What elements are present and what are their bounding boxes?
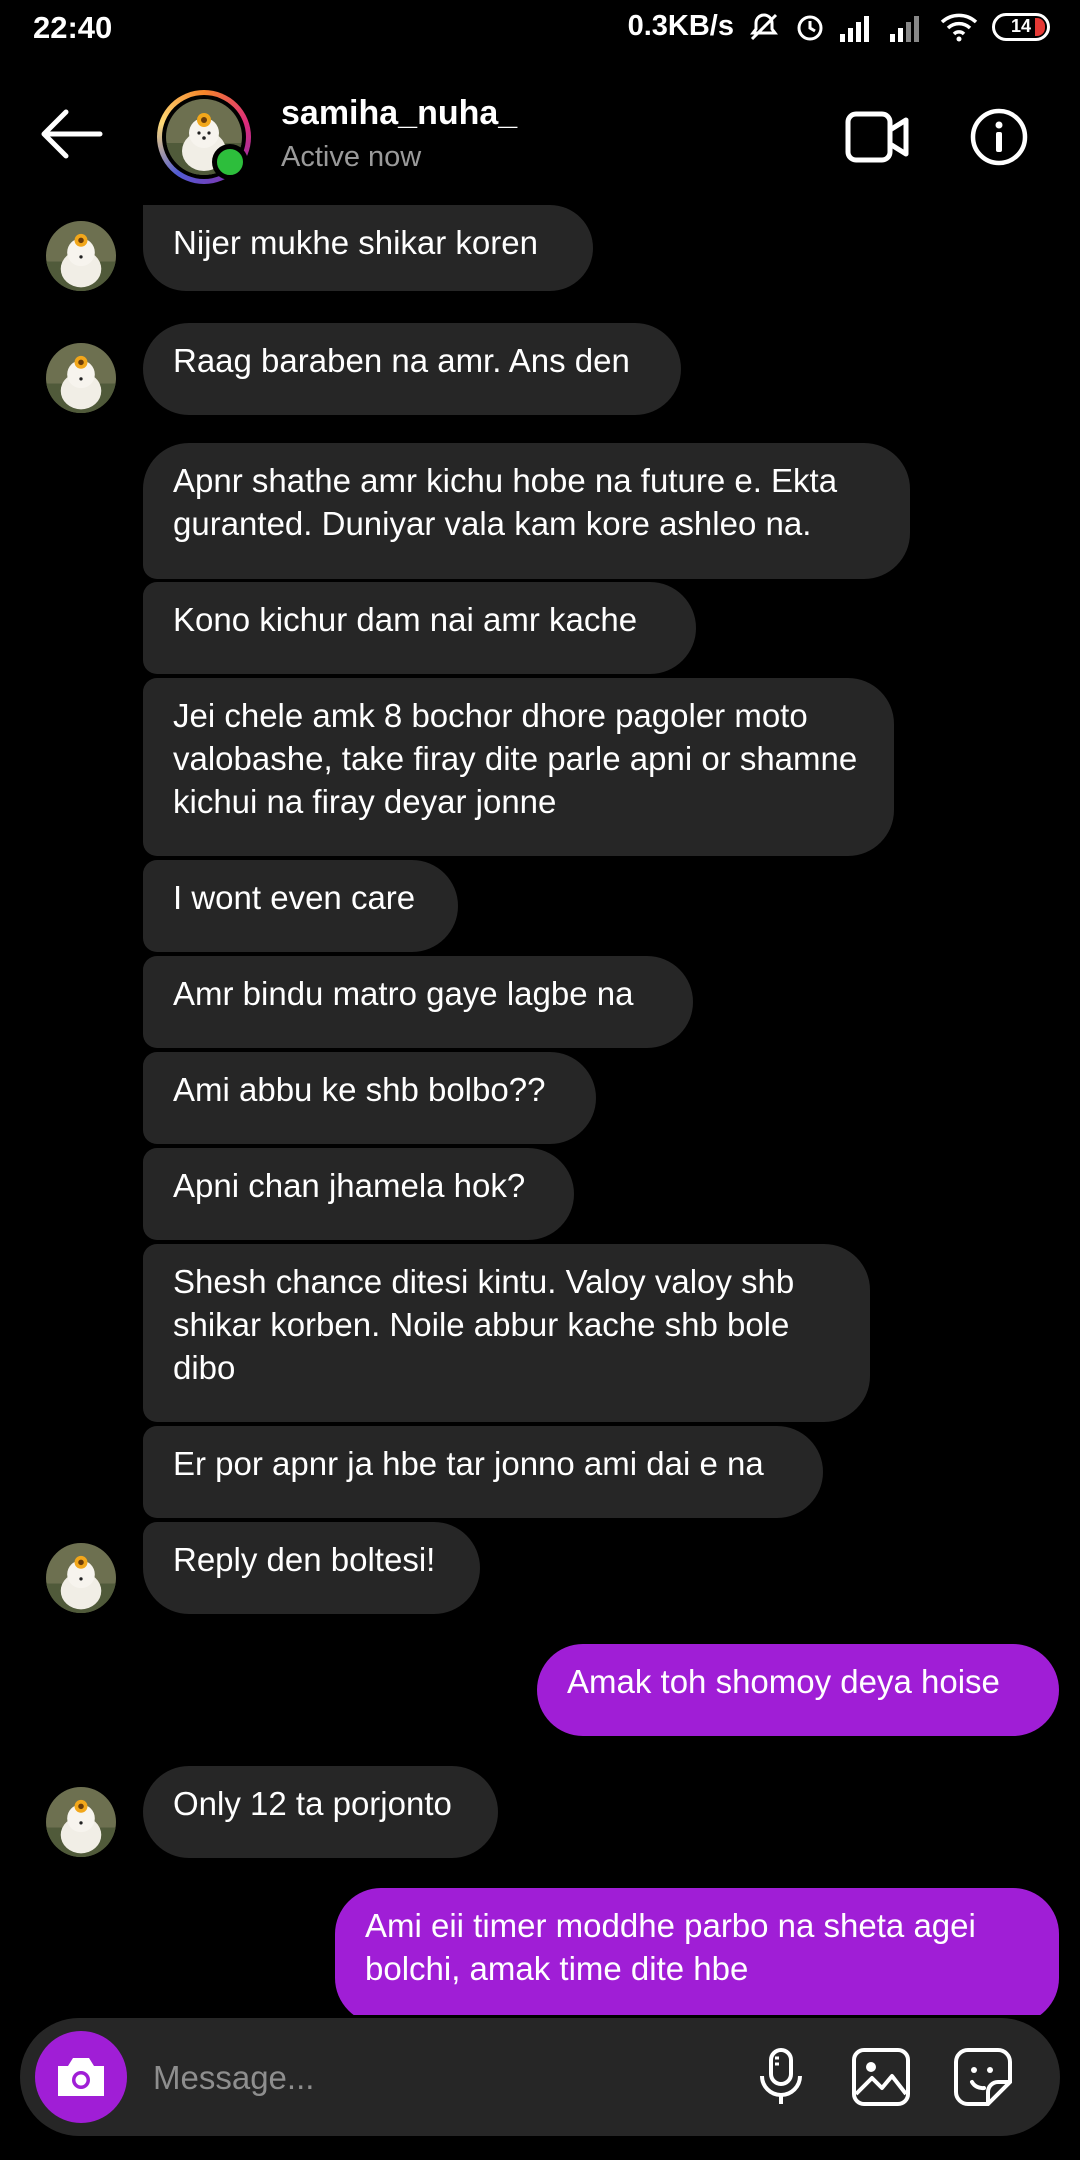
message-bubble[interactable]: Kono kichur dam nai amr kache	[143, 582, 696, 674]
signal-icon	[840, 15, 869, 42]
contact-username[interactable]: samiha_nuha_	[281, 94, 517, 133]
online-status-dot	[212, 144, 248, 180]
message-bubble[interactable]: Shesh chance ditesi kintu. Valoy valoy s…	[143, 1244, 870, 1422]
chat-header: samiha_nuha_ Active now	[0, 64, 1080, 209]
alarm-icon	[797, 15, 823, 40]
signal-icon-2	[890, 15, 919, 42]
battery-level: 14	[1010, 16, 1032, 36]
sender-avatar[interactable]	[46, 1787, 116, 1857]
message-composer	[20, 2018, 1060, 2136]
message-bubble[interactable]: Er por apnr ja hbe tar jonno ami dai e n…	[143, 1426, 823, 1518]
message-bubble[interactable]: Apnr shathe amr kichu hobe na future e. …	[143, 443, 910, 579]
camera-button[interactable]	[35, 2031, 127, 2123]
message-bubble-sent[interactable]: Amak toh shomoy deya hoise	[537, 1644, 1059, 1736]
status-bar: 22:40 0.3KB/s 14	[0, 0, 1080, 64]
message-bubble[interactable]: Ami abbu ke shb bolbo??	[143, 1052, 596, 1144]
message-bubble-sent[interactable]: Ami eii timer moddhe parbo na sheta agei…	[335, 1888, 1059, 2015]
microphone-icon[interactable]	[750, 2046, 812, 2108]
message-bubble[interactable]: Amr bindu matro gaye lagbe na	[143, 956, 693, 1048]
message-bubble[interactable]: Raag baraben na amr. Ans den	[143, 323, 681, 415]
battery-indicator: 14	[992, 12, 1050, 41]
message-bubble[interactable]: Reply den boltesi!	[143, 1522, 480, 1614]
mute-notifications-icon	[750, 12, 778, 40]
status-time: 22:40	[33, 10, 113, 45]
sender-avatar[interactable]	[46, 343, 116, 413]
sticker-icon[interactable]	[952, 2046, 1014, 2108]
message-thread[interactable]: Nijer mukhe shikar koren Raag baraben na…	[0, 205, 1080, 2015]
network-speed: 0.3KB/s	[627, 10, 734, 42]
message-bubble[interactable]: Only 12 ta porjonto	[143, 1766, 498, 1858]
gallery-icon[interactable]	[850, 2046, 912, 2108]
message-bubble[interactable]: Nijer mukhe shikar koren	[143, 205, 593, 291]
message-bubble[interactable]: Apni chan jhamela hok?	[143, 1148, 574, 1240]
sender-avatar[interactable]	[46, 1543, 116, 1613]
back-arrow-icon[interactable]	[36, 104, 106, 164]
active-status: Active now	[281, 141, 422, 173]
info-icon[interactable]	[970, 108, 1028, 166]
video-call-icon[interactable]	[845, 110, 909, 164]
message-input[interactable]	[151, 2048, 715, 2108]
status-icons: 0.3KB/s 14	[628, 10, 1050, 43]
message-bubble[interactable]: I wont even care	[143, 860, 458, 952]
message-bubble[interactable]: Jei chele amk 8 bochor dhore pagoler mot…	[143, 678, 894, 856]
sender-avatar[interactable]	[46, 221, 116, 291]
wifi-icon	[940, 13, 978, 41]
camera-icon	[58, 2058, 104, 2096]
